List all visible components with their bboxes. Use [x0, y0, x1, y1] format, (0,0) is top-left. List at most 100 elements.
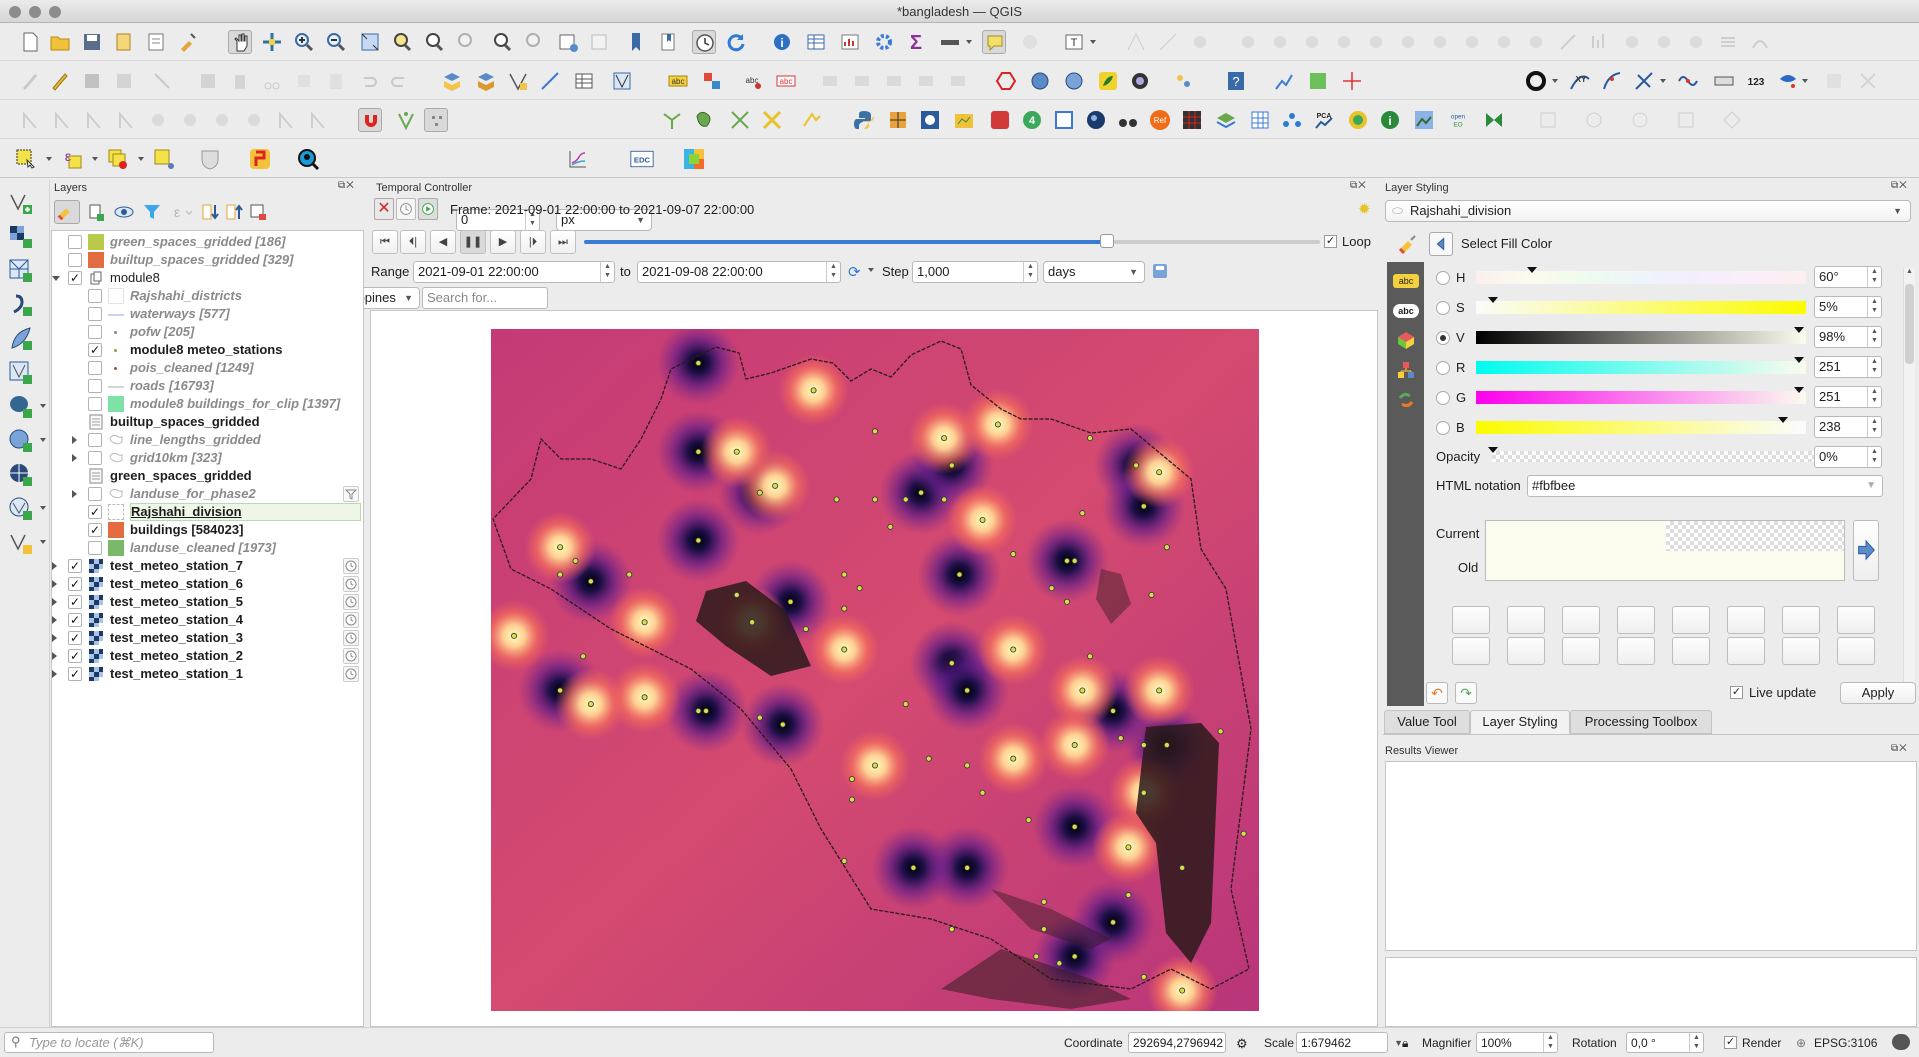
3d-view-tab-icon[interactable]: [1396, 330, 1416, 350]
layer-visibility-checkbox[interactable]: ✓: [68, 667, 82, 681]
meteo-station-point[interactable]: [1140, 742, 1147, 749]
meteo-station-point[interactable]: [1148, 591, 1155, 598]
new-project-icon[interactable]: [18, 30, 42, 54]
expand-arrow-icon[interactable]: [52, 652, 57, 660]
scale-select[interactable]: 1:679462 ▼: [1296, 1032, 1403, 1053]
color-swatch-slot[interactable]: [1782, 606, 1820, 634]
color-swatch-slot[interactable]: [1837, 637, 1875, 665]
diagrams-tab-icon[interactable]: [1396, 360, 1416, 380]
meteo-station-point[interactable]: [572, 557, 579, 564]
meteo-station-point[interactable]: [1163, 544, 1170, 551]
modify-attributes-icon[interactable]: [196, 69, 220, 93]
polygon-red-icon[interactable]: [994, 69, 1018, 93]
filter-by-expression-icon[interactable]: ε: [166, 202, 194, 222]
layer-visibility-checkbox[interactable]: ✓: [68, 649, 82, 663]
export-animation-icon[interactable]: [1153, 264, 1167, 278]
channel-value-input[interactable]: 251 ▲ ▼: [1814, 386, 1882, 408]
expand-arrow-icon[interactable]: [72, 436, 77, 444]
meteo-station-point[interactable]: [871, 496, 878, 503]
meteo-station-point[interactable]: [695, 360, 702, 367]
meteo-station-point[interactable]: [841, 646, 848, 653]
styled-layer-select[interactable]: ⬭ Rajshahi_division ▼: [1385, 200, 1911, 222]
plugin-red-icon[interactable]: [988, 108, 1012, 132]
next-frame-button[interactable]: |⏵: [520, 230, 546, 254]
cut-features-icon[interactable]: [260, 69, 284, 93]
meteo-station-point[interactable]: [587, 701, 594, 708]
channel-radio-r[interactable]: [1436, 361, 1450, 375]
masks-tab-icon[interactable]: abc: [1393, 304, 1419, 318]
expand-arrow-icon[interactable]: [52, 616, 57, 624]
plugin-number-4-icon[interactable]: 4: [1020, 108, 1044, 132]
add-wcs-icon[interactable]: [8, 496, 34, 522]
channel-radio-b[interactable]: [1436, 421, 1450, 435]
style-manager-icon[interactable]: [176, 30, 200, 54]
plugin-earth-icon[interactable]: [1084, 108, 1108, 132]
layer-visibility-checkbox[interactable]: ✓: [88, 505, 102, 519]
color-swatch-slot[interactable]: [1727, 606, 1765, 634]
color-swatch-slot[interactable]: [1452, 637, 1490, 665]
snapping-magnet-icon[interactable]: [358, 108, 382, 132]
meteo-station-point[interactable]: [918, 489, 925, 496]
meteo-station-point[interactable]: [1125, 892, 1132, 899]
meteo-station-point[interactable]: [511, 632, 518, 639]
meteo-station-point[interactable]: [1110, 919, 1117, 926]
meteo-station-point[interactable]: [925, 755, 932, 762]
channel-slider-marker[interactable]: [1527, 267, 1538, 273]
meteo-station-point[interactable]: [779, 721, 786, 728]
meteo-station-point[interactable]: [979, 789, 986, 796]
add-virtual-layer-icon[interactable]: [8, 360, 34, 386]
styling-scroll-thumb[interactable]: [1905, 284, 1914, 364]
add-delimited-text-icon[interactable]: [8, 292, 34, 318]
layer-tree-item[interactable]: module8 buildings_for_clip [1397]: [52, 395, 363, 413]
add-vector-layer-icon[interactable]: [440, 69, 464, 93]
advanced-tool-1-icon[interactable]: [18, 108, 42, 132]
play-backward-button[interactable]: ◀: [430, 230, 456, 254]
ring-symbol-icon[interactable]: [1524, 69, 1548, 93]
select-by-expression-icon[interactable]: ε: [60, 147, 84, 171]
play-forward-button[interactable]: ▶: [490, 230, 516, 254]
meteo-station-point[interactable]: [1079, 687, 1086, 694]
undo-icon[interactable]: [356, 69, 380, 93]
meteo-station-point[interactable]: [833, 496, 840, 503]
layer-visibility-checkbox[interactable]: ✓: [88, 343, 102, 357]
paste-features-icon[interactable]: [324, 69, 348, 93]
collapse-arrow-icon[interactable]: [52, 276, 60, 281]
color-swatch-slot[interactable]: [1672, 606, 1710, 634]
zoom-next-icon[interactable]: [522, 30, 546, 54]
channel-slider-h[interactable]: [1476, 267, 1806, 284]
layers-panel-dock-buttons[interactable]: ⧉✕: [338, 180, 355, 191]
symbology-brush-icon[interactable]: [1397, 234, 1419, 256]
channel-radio-v[interactable]: [1436, 331, 1450, 345]
plugin-ref-icon[interactable]: Ref: [1148, 108, 1172, 132]
temporal-layer-clock-icon[interactable]: [343, 630, 359, 646]
meteo-station-point[interactable]: [557, 544, 564, 551]
meteo-station-point[interactable]: [964, 687, 971, 694]
vertex-editor-icon[interactable]: [506, 69, 530, 93]
save-project-icon[interactable]: [80, 30, 104, 54]
shape-tool-3-icon[interactable]: [1628, 108, 1652, 132]
meteo-station-point[interactable]: [587, 578, 594, 585]
opacity-slider[interactable]: [1488, 447, 1814, 462]
layer-tree-item[interactable]: ✓ module8: [52, 269, 363, 287]
avoid-overlap-icon[interactable]: [692, 108, 716, 132]
meteo-station-point[interactable]: [1010, 551, 1017, 558]
advanced-tool-8-icon[interactable]: [242, 108, 266, 132]
meteo-station-point[interactable]: [810, 387, 817, 394]
new-print-layout-icon[interactable]: [112, 30, 136, 54]
split-tool-icon[interactable]: [1632, 69, 1656, 93]
filter-legend-icon[interactable]: [142, 202, 162, 222]
measure-line-icon[interactable]: [938, 30, 962, 54]
meteo-station-point[interactable]: [1064, 557, 1071, 564]
plugin-profile-chart-icon[interactable]: [566, 147, 590, 171]
meteo-station-point[interactable]: [1179, 864, 1186, 871]
new-vector-layer-icon[interactable]: [8, 530, 34, 556]
new-3d-view-icon[interactable]: [588, 30, 612, 54]
html-notation-input[interactable]: #fbfbee ▼: [1527, 475, 1883, 497]
identify-features-icon[interactable]: i: [770, 30, 794, 54]
meteo-station-point[interactable]: [695, 448, 702, 455]
plugin-route-icon[interactable]: [248, 147, 272, 171]
color-swatch-slot[interactable]: [1727, 637, 1765, 665]
meteo-station-point[interactable]: [964, 864, 971, 871]
results-dock-buttons[interactable]: ⧉✕: [1891, 743, 1908, 754]
expand-arrow-icon[interactable]: [72, 490, 77, 498]
